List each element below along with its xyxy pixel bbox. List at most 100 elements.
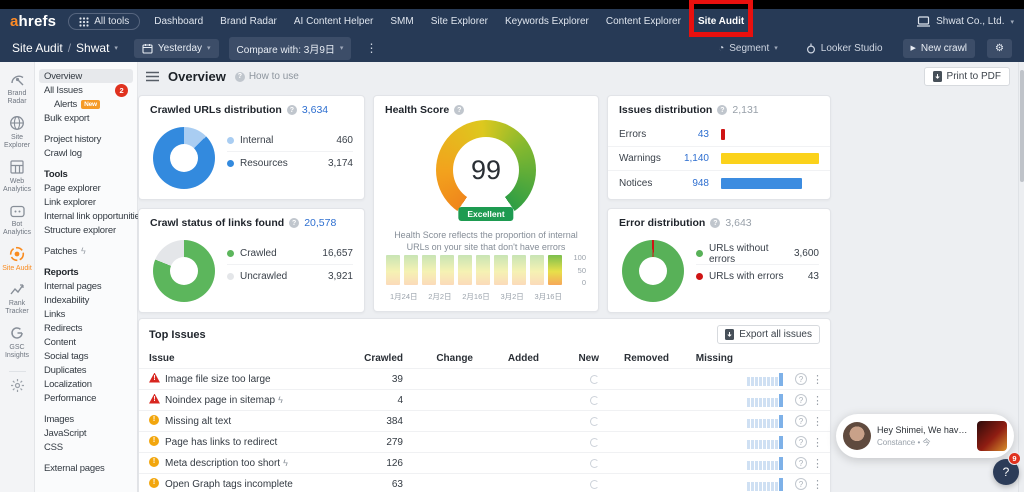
- sidebar-menu-item[interactable]: Page explorer: [39, 181, 133, 195]
- info-icon[interactable]: ?: [717, 105, 728, 115]
- date-picker-button[interactable]: Yesterday ▾: [133, 38, 219, 58]
- row-more-button[interactable]: ⋮: [807, 415, 823, 428]
- info-icon[interactable]: ?: [710, 218, 721, 228]
- row-more-button[interactable]: ⋮: [807, 457, 823, 470]
- table-row[interactable]: Open Graph tags incomplete 63 ? ⋮: [139, 473, 830, 492]
- sidebar-menu-item[interactable]: Social tags: [39, 349, 133, 363]
- column-header-crawled[interactable]: Crawled: [333, 353, 403, 364]
- column-header-issue[interactable]: Issue: [149, 353, 333, 364]
- card-total-link[interactable]: 20,578: [304, 217, 336, 229]
- ahrefs-logo[interactable]: ahrefs: [10, 13, 56, 30]
- sidebar-menu-item[interactable]: Content: [39, 335, 133, 349]
- row-more-button[interactable]: ⋮: [807, 394, 823, 407]
- sidebar-menu-item[interactable]: Link explorer: [39, 195, 133, 209]
- row-help-icon[interactable]: ?: [795, 436, 807, 448]
- health-history-bar[interactable]: [530, 255, 544, 285]
- all-tools-button[interactable]: All tools: [68, 13, 141, 30]
- sidebar-menu-item[interactable]: [39, 237, 133, 244]
- sidebar-menu-item[interactable]: JavaScript: [39, 426, 133, 440]
- issues-distribution-row[interactable]: Notices 948: [608, 171, 830, 195]
- row-help-icon[interactable]: ?: [795, 415, 807, 427]
- sidebar-menu-item[interactable]: External pages: [39, 461, 133, 475]
- sidebar-menu-item[interactable]: Reports: [39, 265, 133, 279]
- rail-item-bot-analytics[interactable]: Bot Analytics: [0, 203, 34, 237]
- rail-item-brand-radar[interactable]: Brand Radar: [0, 71, 34, 106]
- nav-item[interactable]: Keywords Explorer: [505, 16, 589, 27]
- health-history-bar[interactable]: [512, 255, 526, 285]
- rail-item-site-audit[interactable]: Site Audit: [0, 246, 34, 273]
- sidebar-menu-item[interactable]: Redirects: [39, 321, 133, 335]
- table-row[interactable]: Missing alt text 384 ? ⋮: [139, 410, 830, 431]
- sidebar-menu-item[interactable]: Internal link opportunities: [39, 209, 144, 223]
- sidebar-menu-item[interactable]: [39, 405, 133, 412]
- sidebar-menu-item[interactable]: Bulk export: [39, 111, 133, 125]
- health-history-bar[interactable]: [440, 255, 454, 285]
- row-help-icon[interactable]: ?: [795, 457, 807, 469]
- health-history-bar[interactable]: [494, 255, 508, 285]
- sidebar-menu-item[interactable]: Tools: [39, 167, 133, 181]
- health-history-bar[interactable]: [422, 255, 436, 285]
- sidebar-menu-item[interactable]: Overview: [39, 69, 133, 83]
- sidebar-menu-item[interactable]: [39, 125, 133, 132]
- compare-with-button[interactable]: Compare with: 3月9日 ▾: [228, 36, 352, 60]
- column-header-change[interactable]: Change: [403, 353, 473, 364]
- health-history-bar[interactable]: [476, 255, 490, 285]
- sidebar-menu-item[interactable]: Indexability: [39, 293, 133, 307]
- toolbar-more-button[interactable]: ⋮: [361, 41, 381, 55]
- scrollbar-thumb[interactable]: [1020, 70, 1024, 182]
- new-crawl-button[interactable]: ▶ New crawl: [902, 38, 976, 58]
- export-all-issues-button[interactable]: Export all issues: [717, 325, 820, 344]
- nav-item[interactable]: SMM: [390, 16, 413, 27]
- sidebar-menu-item[interactable]: [39, 258, 133, 265]
- account-switcher[interactable]: Shwat Co., Ltd. ▾: [917, 16, 1014, 27]
- legend-row[interactable]: URLs without errors 3,600: [696, 243, 819, 265]
- table-row[interactable]: Page has links to redirect 279 ? ⋮: [139, 431, 830, 452]
- nav-item[interactable]: Content Explorer: [606, 16, 681, 27]
- info-icon[interactable]: ?: [289, 218, 300, 228]
- chat-message-popup[interactable]: Hey Shimei, We have two amazin... Consta…: [836, 414, 1014, 458]
- nav-item[interactable]: Brand Radar: [220, 16, 277, 27]
- issues-distribution-row[interactable]: Warnings 1,140: [608, 147, 830, 171]
- row-more-button[interactable]: ⋮: [807, 436, 823, 449]
- column-header-new[interactable]: New: [539, 353, 599, 364]
- hamburger-icon[interactable]: [146, 71, 159, 82]
- nav-item[interactable]: AI Content Helper: [294, 16, 374, 27]
- health-history-bar[interactable]: [458, 255, 472, 285]
- health-history-bar[interactable]: [404, 255, 418, 285]
- nav-item[interactable]: Dashboard: [154, 16, 203, 27]
- sidebar-menu-item[interactable]: Performance: [39, 391, 133, 405]
- rail-settings[interactable]: [0, 378, 34, 393]
- sidebar-menu-item[interactable]: [39, 454, 133, 461]
- legend-row[interactable]: URLs with errors 43: [696, 265, 819, 287]
- legend-row[interactable]: Internal 460: [227, 130, 353, 152]
- card-total-link[interactable]: 3,634: [302, 104, 328, 116]
- row-help-icon[interactable]: ?: [795, 478, 807, 490]
- segment-button[interactable]: ◔ Segment ▾: [710, 39, 786, 58]
- sidebar-menu-item[interactable]: Project history: [39, 132, 133, 146]
- row-more-button[interactable]: ⋮: [807, 373, 823, 386]
- sidebar-menu-item[interactable]: Localization: [39, 377, 133, 391]
- rail-item-web-analytics[interactable]: Web Analytics: [0, 159, 34, 194]
- nav-item[interactable]: Site Explorer: [431, 16, 488, 27]
- sidebar-menu-item[interactable]: [39, 160, 133, 167]
- info-icon[interactable]: ?: [286, 105, 297, 115]
- settings-button[interactable]: ⚙: [987, 38, 1012, 58]
- issues-distribution-row[interactable]: Errors 43: [608, 123, 830, 147]
- row-more-button[interactable]: ⋮: [807, 478, 823, 491]
- how-to-use-link[interactable]: ? How to use: [234, 71, 299, 82]
- sidebar-menu-item[interactable]: All Issues 2: [39, 83, 133, 97]
- legend-row[interactable]: Uncrawled 3,921: [227, 265, 353, 287]
- rail-item-gsc-insights[interactable]: GSC Insights: [0, 325, 34, 360]
- health-history-bar[interactable]: [548, 255, 562, 285]
- sidebar-menu-item[interactable]: Duplicates: [39, 363, 133, 377]
- breadcrumb[interactable]: Site Audit / Shwat ▾: [12, 41, 118, 55]
- rail-item-site-explorer[interactable]: Site Explorer: [0, 115, 34, 150]
- rail-item-rank-tracker[interactable]: Rank Tracker: [0, 282, 34, 316]
- table-row[interactable]: Meta description too shortϟ 126 ? ⋮: [139, 452, 830, 473]
- sidebar-menu-item[interactable]: Alerts New: [39, 97, 133, 111]
- sidebar-menu-item[interactable]: Links: [39, 307, 133, 321]
- nav-item[interactable]: Site Audit: [688, 0, 754, 37]
- sidebar-menu-item[interactable]: Structure explorer: [39, 223, 133, 237]
- legend-row[interactable]: Resources 3,174: [227, 152, 353, 174]
- sidebar-menu-item[interactable]: CSS: [39, 440, 133, 454]
